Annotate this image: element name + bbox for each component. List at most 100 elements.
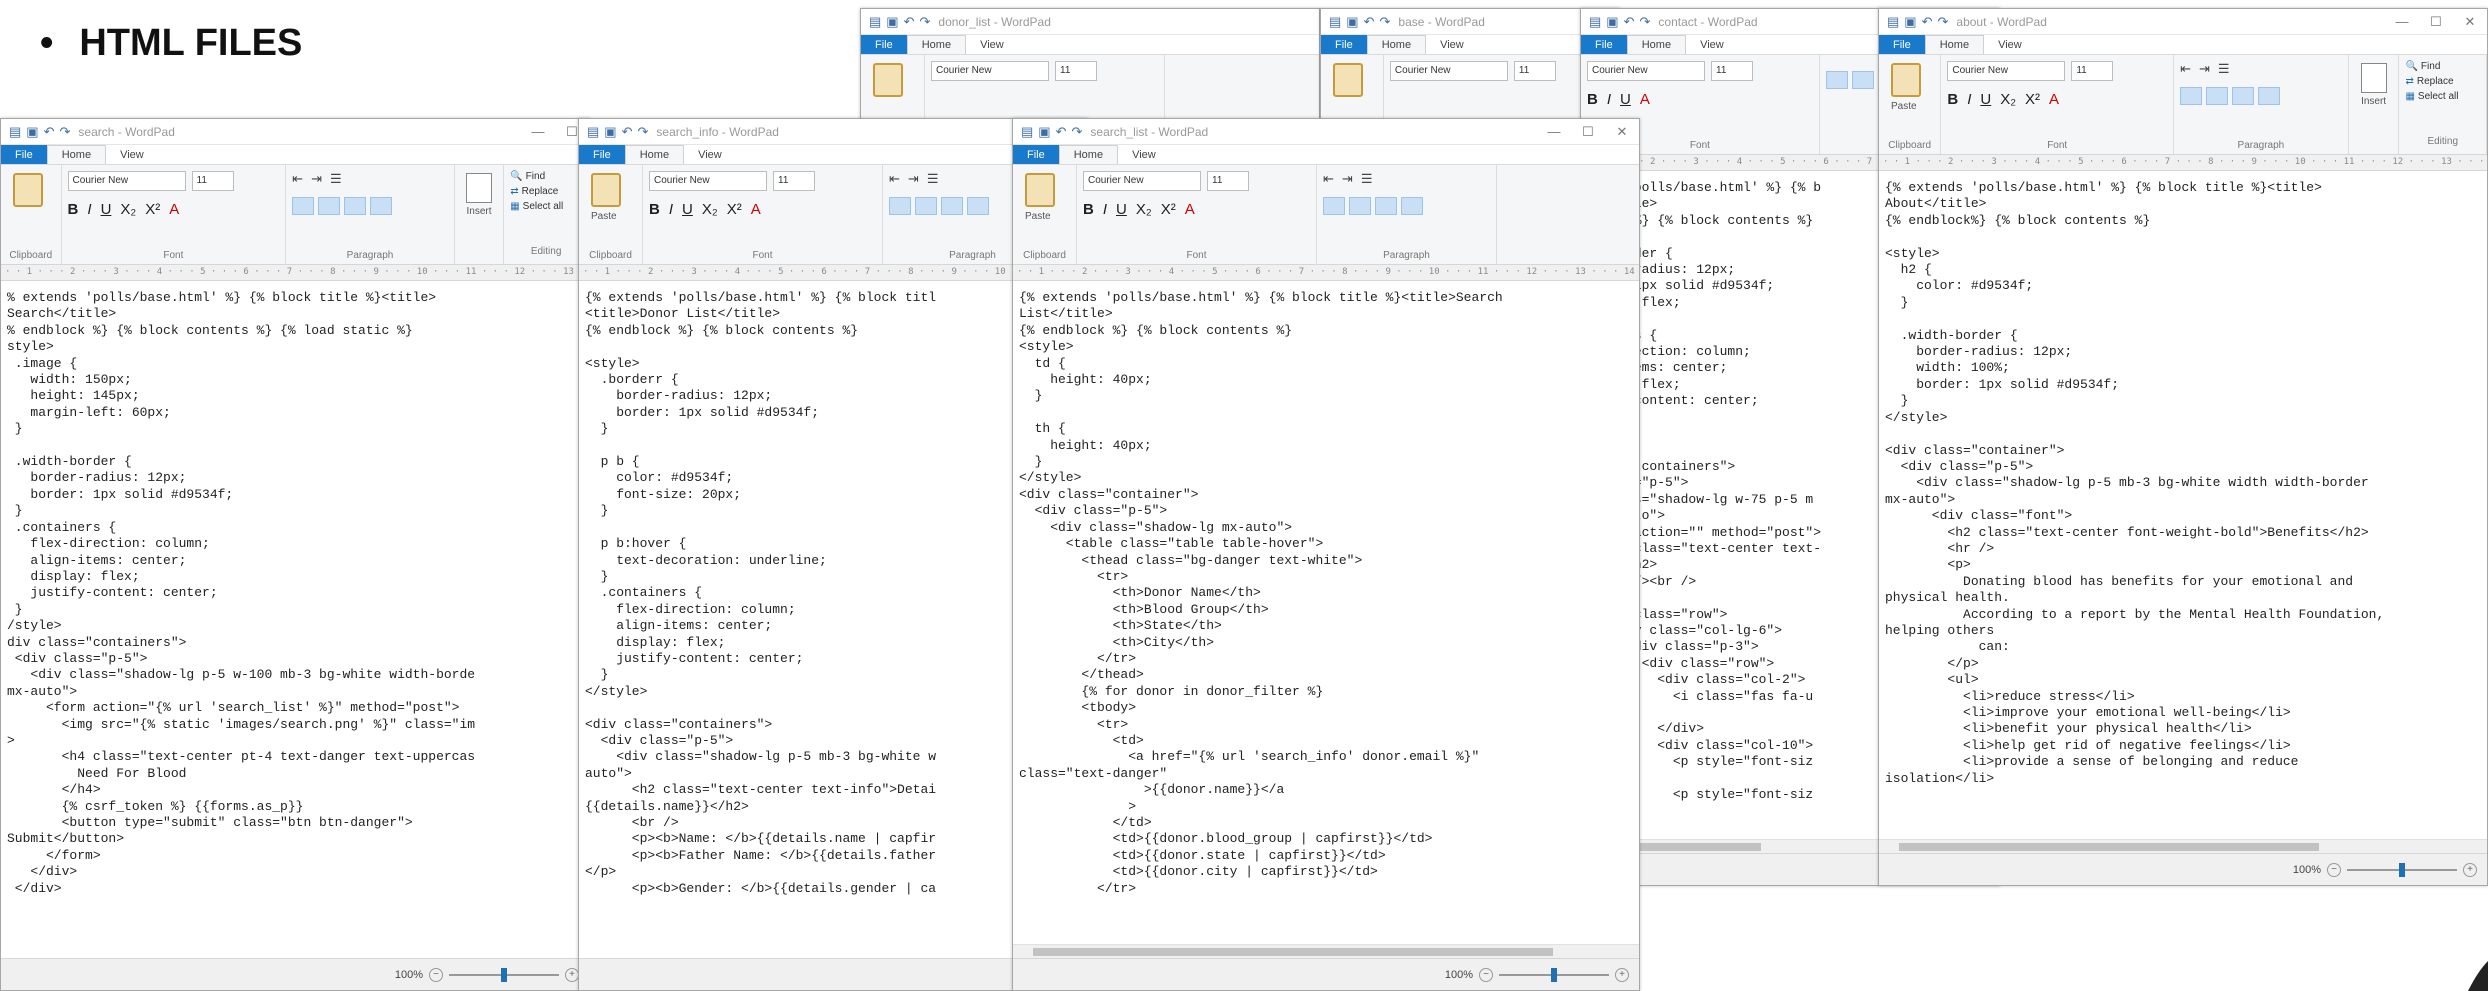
align-right-button[interactable] — [941, 197, 963, 215]
font-name-select[interactable]: Courier New — [67, 171, 186, 191]
tab-home[interactable]: Home — [906, 35, 967, 54]
tab-home[interactable]: Home — [1626, 35, 1687, 54]
font-size-select[interactable]: 11 — [1055, 61, 1097, 81]
tab-file[interactable]: File — [861, 35, 907, 54]
tab-home[interactable]: Home — [46, 145, 107, 164]
superscript-button[interactable]: X² — [2025, 91, 2040, 108]
tab-file[interactable]: File — [1013, 145, 1059, 164]
tab-file[interactable]: File — [1879, 35, 1925, 54]
superscript-button[interactable]: X² — [727, 201, 742, 218]
italic-button[interactable]: I — [87, 201, 91, 218]
tab-home[interactable]: Home — [1058, 145, 1119, 164]
tab-file[interactable]: File — [579, 145, 625, 164]
align-right-button[interactable] — [2232, 87, 2255, 105]
align-center-button[interactable] — [1851, 71, 1874, 89]
italic-button[interactable]: I — [1967, 91, 1971, 108]
align-center-button[interactable] — [318, 197, 341, 215]
font-color-button[interactable]: A — [1640, 91, 1650, 108]
justify-button[interactable] — [1401, 197, 1423, 215]
redo-icon[interactable]: ↷ — [1072, 124, 1083, 140]
undo-icon[interactable]: ↶ — [904, 14, 915, 30]
decrease-indent-icon[interactable]: ⇤ — [1323, 171, 1334, 187]
increase-indent-icon[interactable]: ⇥ — [311, 171, 322, 187]
bullets-icon[interactable]: ☰ — [1361, 171, 1373, 187]
title-bar[interactable]: ▤ ▣ ↶ ↷ base - WordPad — [1321, 9, 1619, 35]
subscript-button[interactable]: X₂ — [1136, 201, 1152, 218]
save-icon[interactable]: ▣ — [886, 14, 898, 30]
font-size-select[interactable]: 11 — [191, 171, 234, 191]
paste-icon[interactable] — [873, 63, 903, 97]
font-name-select[interactable]: Courier New — [931, 61, 1049, 81]
undo-icon[interactable]: ↶ — [44, 124, 55, 140]
redo-icon[interactable]: ↷ — [60, 124, 71, 140]
italic-button[interactable]: I — [1103, 201, 1107, 218]
underline-button[interactable]: U — [1620, 91, 1631, 108]
paste-icon[interactable] — [1333, 63, 1363, 97]
font-name-select[interactable]: Courier New — [1389, 61, 1508, 81]
font-name-select[interactable]: Courier New — [1587, 61, 1705, 81]
align-center-button[interactable] — [1349, 197, 1371, 215]
zoom-slider[interactable] — [2347, 863, 2457, 877]
insert-group[interactable]: Insert — [2349, 55, 2400, 154]
justify-button[interactable] — [370, 197, 393, 215]
close-button[interactable]: ✕ — [1605, 124, 1639, 140]
insert-group[interactable]: Insert — [455, 165, 505, 264]
tab-file[interactable]: File — [1, 145, 47, 164]
italic-button[interactable]: I — [669, 201, 673, 218]
redo-icon[interactable]: ↷ — [1380, 14, 1391, 30]
save-icon[interactable]: ▣ — [1606, 14, 1618, 30]
decrease-indent-icon[interactable]: ⇤ — [292, 171, 303, 187]
document-text[interactable]: % extends 'polls/base.html' %} {% block … — [1, 282, 589, 958]
tab-view[interactable]: View — [1984, 35, 2036, 54]
redo-icon[interactable]: ↷ — [1938, 14, 1949, 30]
maximize-button[interactable]: ☐ — [2419, 14, 2453, 30]
tab-home[interactable]: Home — [1366, 35, 1427, 54]
align-right-button[interactable] — [1375, 197, 1397, 215]
font-color-button[interactable]: A — [2049, 91, 2059, 108]
zoom-slider[interactable] — [449, 968, 559, 982]
underline-button[interactable]: U — [101, 201, 112, 218]
close-button[interactable]: ✕ — [2453, 14, 2487, 30]
title-bar[interactable]: ▤ ▣ ↶ ↷ search_list - WordPad — ☐ ✕ — [1013, 119, 1639, 145]
font-color-button[interactable]: A — [169, 201, 179, 218]
tab-home[interactable]: Home — [1924, 35, 1985, 54]
title-bar[interactable]: ▤ ▣ ↶ ↷ search - WordPad — ☐ — [1, 119, 589, 145]
zoom-slider[interactable] — [1499, 968, 1609, 982]
increase-indent-icon[interactable]: ⇥ — [1342, 171, 1353, 187]
undo-icon[interactable]: ↶ — [1364, 14, 1375, 30]
subscript-button[interactable]: X₂ — [120, 201, 136, 218]
bullets-icon[interactable]: ☰ — [927, 171, 939, 187]
replace-button[interactable]: ⇄ Replace — [2405, 76, 2480, 87]
underline-button[interactable]: U — [1116, 201, 1127, 218]
horizontal-scrollbar[interactable] — [1013, 944, 1639, 958]
maximize-button[interactable]: ☐ — [1571, 124, 1605, 140]
select-all-button[interactable]: ▦ Select all — [2405, 91, 2480, 102]
align-left-button[interactable] — [1323, 197, 1345, 215]
undo-icon[interactable]: ↶ — [1624, 14, 1635, 30]
document-text[interactable]: {% extends 'polls/base.html' %} {% block… — [579, 282, 1087, 958]
decrease-indent-icon[interactable]: ⇤ — [889, 171, 900, 187]
tab-file[interactable]: File — [1581, 35, 1627, 54]
superscript-button[interactable]: X² — [1161, 201, 1176, 218]
zoom-in-button[interactable]: + — [565, 968, 579, 982]
font-size-select[interactable]: 11 — [1711, 61, 1753, 81]
tab-home[interactable]: Home — [624, 145, 685, 164]
paste-icon[interactable] — [13, 173, 43, 207]
justify-button[interactable] — [2258, 87, 2281, 105]
bold-button[interactable]: B — [1083, 201, 1094, 218]
zoom-out-button[interactable]: − — [2327, 863, 2341, 877]
align-left-button[interactable] — [2180, 87, 2203, 105]
font-name-select[interactable]: Courier New — [1083, 171, 1201, 191]
tab-view[interactable]: View — [1118, 145, 1170, 164]
align-left-button[interactable] — [889, 197, 911, 215]
superscript-button[interactable]: X² — [145, 201, 160, 218]
font-size-select[interactable]: 11 — [2071, 61, 2114, 81]
minimize-button[interactable]: — — [1537, 124, 1571, 140]
redo-icon[interactable]: ↷ — [920, 14, 931, 30]
font-size-select[interactable]: 11 — [773, 171, 815, 191]
paste-icon[interactable] — [1891, 63, 1921, 97]
font-size-select[interactable]: 11 — [1513, 61, 1556, 81]
undo-icon[interactable]: ↶ — [1056, 124, 1067, 140]
minimize-button[interactable]: — — [2385, 14, 2419, 30]
bold-button[interactable]: B — [1947, 91, 1958, 108]
